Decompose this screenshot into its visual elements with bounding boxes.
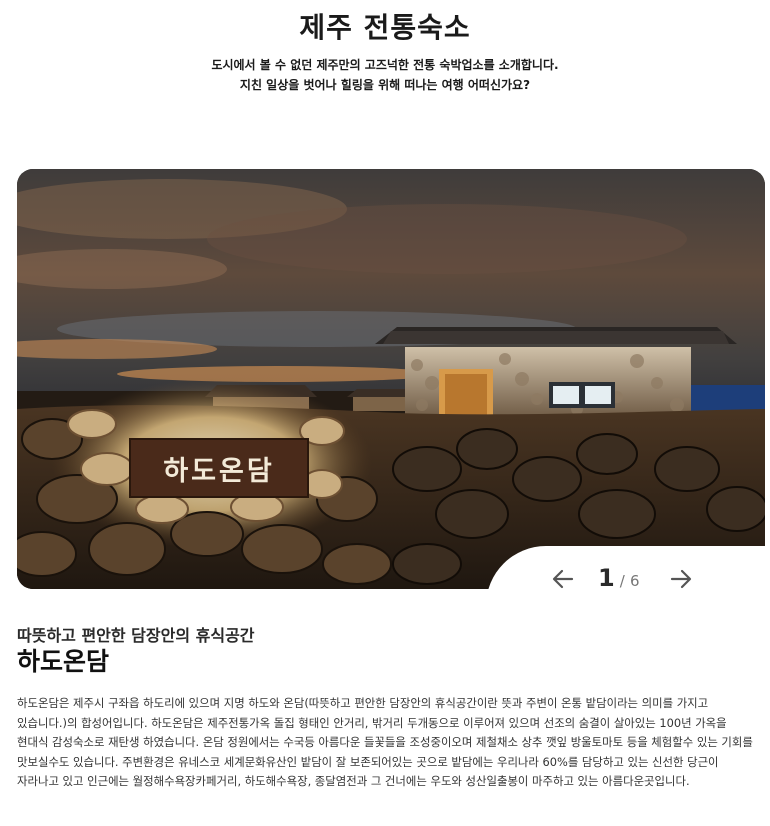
listing-description: 하도온담은 제주시 구좌읍 하도리에 있으며 지명 하도와 온담(따뜻하고 편안… bbox=[17, 696, 753, 788]
slide-current: 1 bbox=[598, 564, 615, 592]
intro-text: 도시에서 볼 수 없던 제주만의 고즈넉한 전통 숙박업소를 소개합니다. 지친… bbox=[0, 55, 770, 95]
image-carousel[interactable]: 하도온담 bbox=[17, 169, 765, 589]
guesthouse-photo bbox=[17, 169, 765, 589]
page-title: 제주 전통숙소 bbox=[299, 11, 471, 44]
intro-line-2: 지친 일상을 벗어나 힐링을 위해 떠나는 여행 어떠신가요? bbox=[239, 78, 531, 92]
intro-line-1: 도시에서 볼 수 없던 제주만의 고즈넉한 전통 숙박업소를 소개합니다. bbox=[211, 58, 559, 72]
guesthouse-sign-text: 하도온담 bbox=[163, 455, 275, 487]
arrow-left-icon bbox=[552, 569, 574, 589]
slide-total: 6 bbox=[629, 572, 640, 590]
slide-separator: / bbox=[619, 572, 625, 590]
carousel-controls: 1 / 6 bbox=[486, 546, 770, 606]
arrow-right-icon bbox=[670, 569, 692, 589]
listing-name: 하도온담 bbox=[17, 647, 110, 676]
slide-counter: 1 / 6 bbox=[598, 564, 658, 592]
carousel-prev-button[interactable] bbox=[550, 566, 576, 592]
carousel-next-button[interactable] bbox=[668, 566, 694, 592]
